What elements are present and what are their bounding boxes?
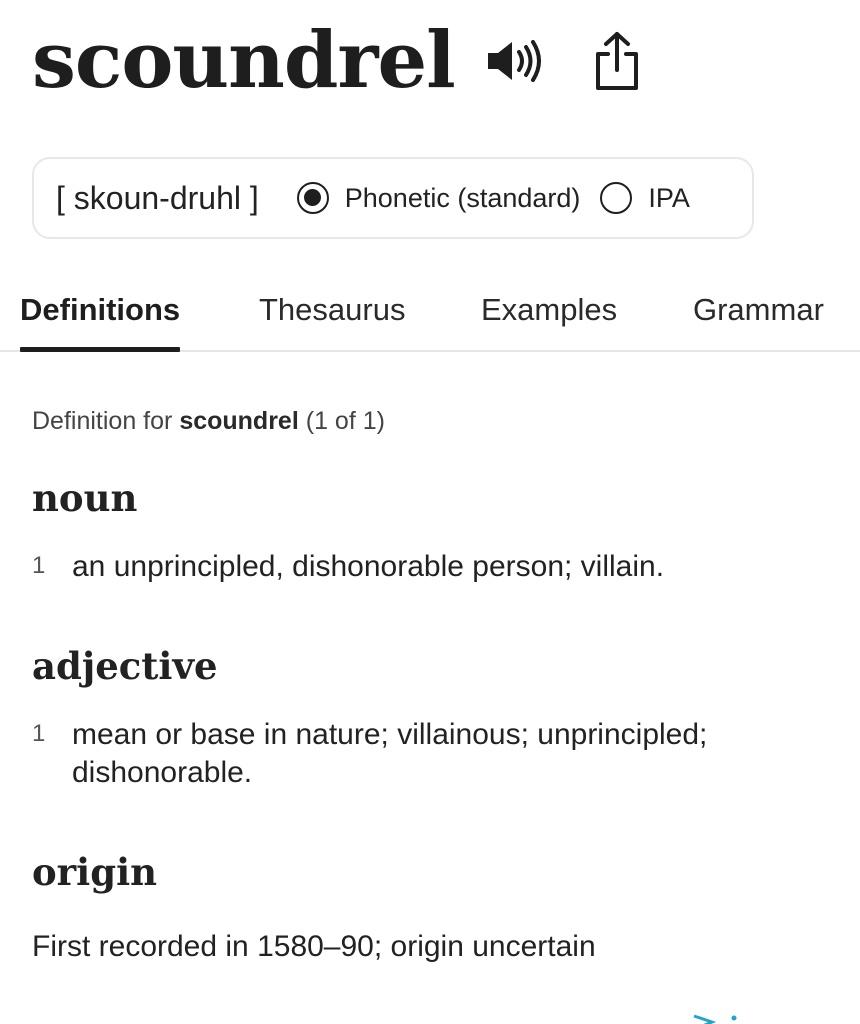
ad-logo-icon: [688, 1008, 748, 1024]
pronunciation-text: [ skoun-druhl ]: [56, 179, 259, 216]
sense-text: an unprincipled, dishonorable person; vi…: [72, 550, 665, 583]
radio-ipa[interactable]: IPA: [600, 182, 690, 214]
dictionary-page: scoundrel [ skoun-druhl ] Phonetic (stan…: [0, 0, 860, 1024]
radio-button-selected[interactable]: [296, 182, 329, 214]
part-of-speech-adjective: adjective: [32, 644, 218, 688]
tab-examples[interactable]: Examples: [481, 292, 617, 350]
sense-item: 1 mean or base in nature; villainous; un…: [32, 716, 822, 792]
headword: scoundrel: [32, 15, 456, 106]
sense-item: 1 an unprincipled, dishonorable person; …: [32, 548, 822, 586]
tab-thesaurus[interactable]: Thesaurus: [259, 292, 405, 350]
sense-number: 1: [32, 720, 46, 747]
pronunciation-box: [ skoun-druhl ] Phonetic (standard) IPA: [32, 157, 754, 239]
definition-word: scoundrel: [179, 407, 299, 435]
tab-bar: Definitions Thesaurus Examples Grammar: [0, 282, 860, 352]
radio-label-ipa: IPA: [648, 182, 690, 213]
sense-number: 1: [32, 552, 46, 579]
radio-phonetic[interactable]: Phonetic (standard): [296, 182, 581, 214]
definition-count-header: Definition for scoundrel (1 of 1): [32, 407, 385, 436]
tab-definitions[interactable]: Definitions: [20, 292, 181, 352]
headword-row: scoundrel: [32, 22, 643, 100]
part-of-speech-noun: noun: [32, 476, 138, 520]
share-icon[interactable]: [591, 28, 643, 94]
definition-count: (1 of 1): [305, 407, 385, 435]
tab-grammar[interactable]: Grammar: [693, 292, 824, 350]
origin-text: First recorded in 1580–90; origin uncert…: [32, 930, 596, 963]
sense-text: mean or base in nature; villainous; unpr…: [72, 718, 708, 789]
definition-prefix: Definition for: [32, 407, 173, 435]
radio-button-unselected[interactable]: [600, 182, 633, 214]
radio-label-phonetic: Phonetic (standard): [344, 182, 581, 213]
speaker-volume-icon[interactable]: [481, 31, 547, 91]
origin-heading: origin: [32, 850, 158, 894]
